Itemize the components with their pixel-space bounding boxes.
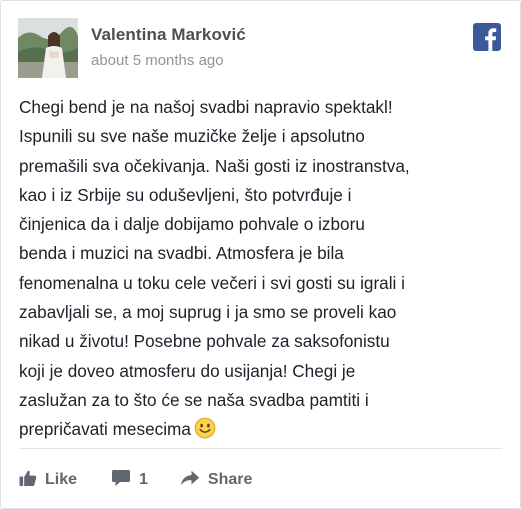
actions-divider xyxy=(19,448,502,449)
like-button[interactable]: Like xyxy=(19,469,77,492)
author-name[interactable]: Valentina Marković xyxy=(91,25,246,45)
avatar[interactable] xyxy=(18,18,78,78)
share-arrow-icon xyxy=(180,470,200,491)
review-text-line: nikad u životu! Posebne pohvale za sakso… xyxy=(19,331,390,352)
review-text-line: benda i muzici na svadbi. Atmosfera je b… xyxy=(19,243,344,264)
smiley-emoji-icon xyxy=(194,417,216,448)
comment-bubble-icon xyxy=(111,469,131,492)
review-text-line: zabavljali se, a moj suprug i ja smo se … xyxy=(19,302,397,323)
comment-count: 1 xyxy=(139,471,148,488)
share-button[interactable]: Share xyxy=(180,470,252,491)
review-text-line: Chegi bend je na našoj svadbi napravio s… xyxy=(19,97,393,117)
thumbs-up-icon xyxy=(19,469,37,492)
review-text-line: zaslužan za to što će se naša svadba pam… xyxy=(19,389,369,410)
review-text-last-line: prepričavati mesecima xyxy=(19,415,511,448)
facebook-icon[interactable] xyxy=(473,23,501,51)
post-actions: Like 1 Share xyxy=(19,468,252,492)
review-text-line: premašili sva očekivanja. Naši gosti iz … xyxy=(19,155,410,176)
review-text: Chegi bend je na našoj svadbi napravio s… xyxy=(19,93,511,449)
review-card: Valentina Marković about 5 months ago Ch… xyxy=(0,0,521,509)
review-text-line: činjenica da i dalje dobijamo pohvale o … xyxy=(19,214,365,235)
comment-button[interactable]: 1 xyxy=(111,469,148,492)
review-text-line: koji je doveo atmosferu do usijanja! Che… xyxy=(19,360,356,381)
review-text-line: Ispunili su sve naše muzičke želje i aps… xyxy=(19,126,365,147)
review-text-line: prepričavati mesecima xyxy=(19,419,191,440)
review-text-line: fenomenalna u toku cele večeri i svi gos… xyxy=(19,272,405,293)
post-timestamp[interactable]: about 5 months ago xyxy=(91,52,224,69)
like-label: Like xyxy=(45,471,78,488)
review-text-line: kao i iz Srbije su oduševljeni, što potv… xyxy=(19,184,352,205)
share-label: Share xyxy=(207,471,253,488)
